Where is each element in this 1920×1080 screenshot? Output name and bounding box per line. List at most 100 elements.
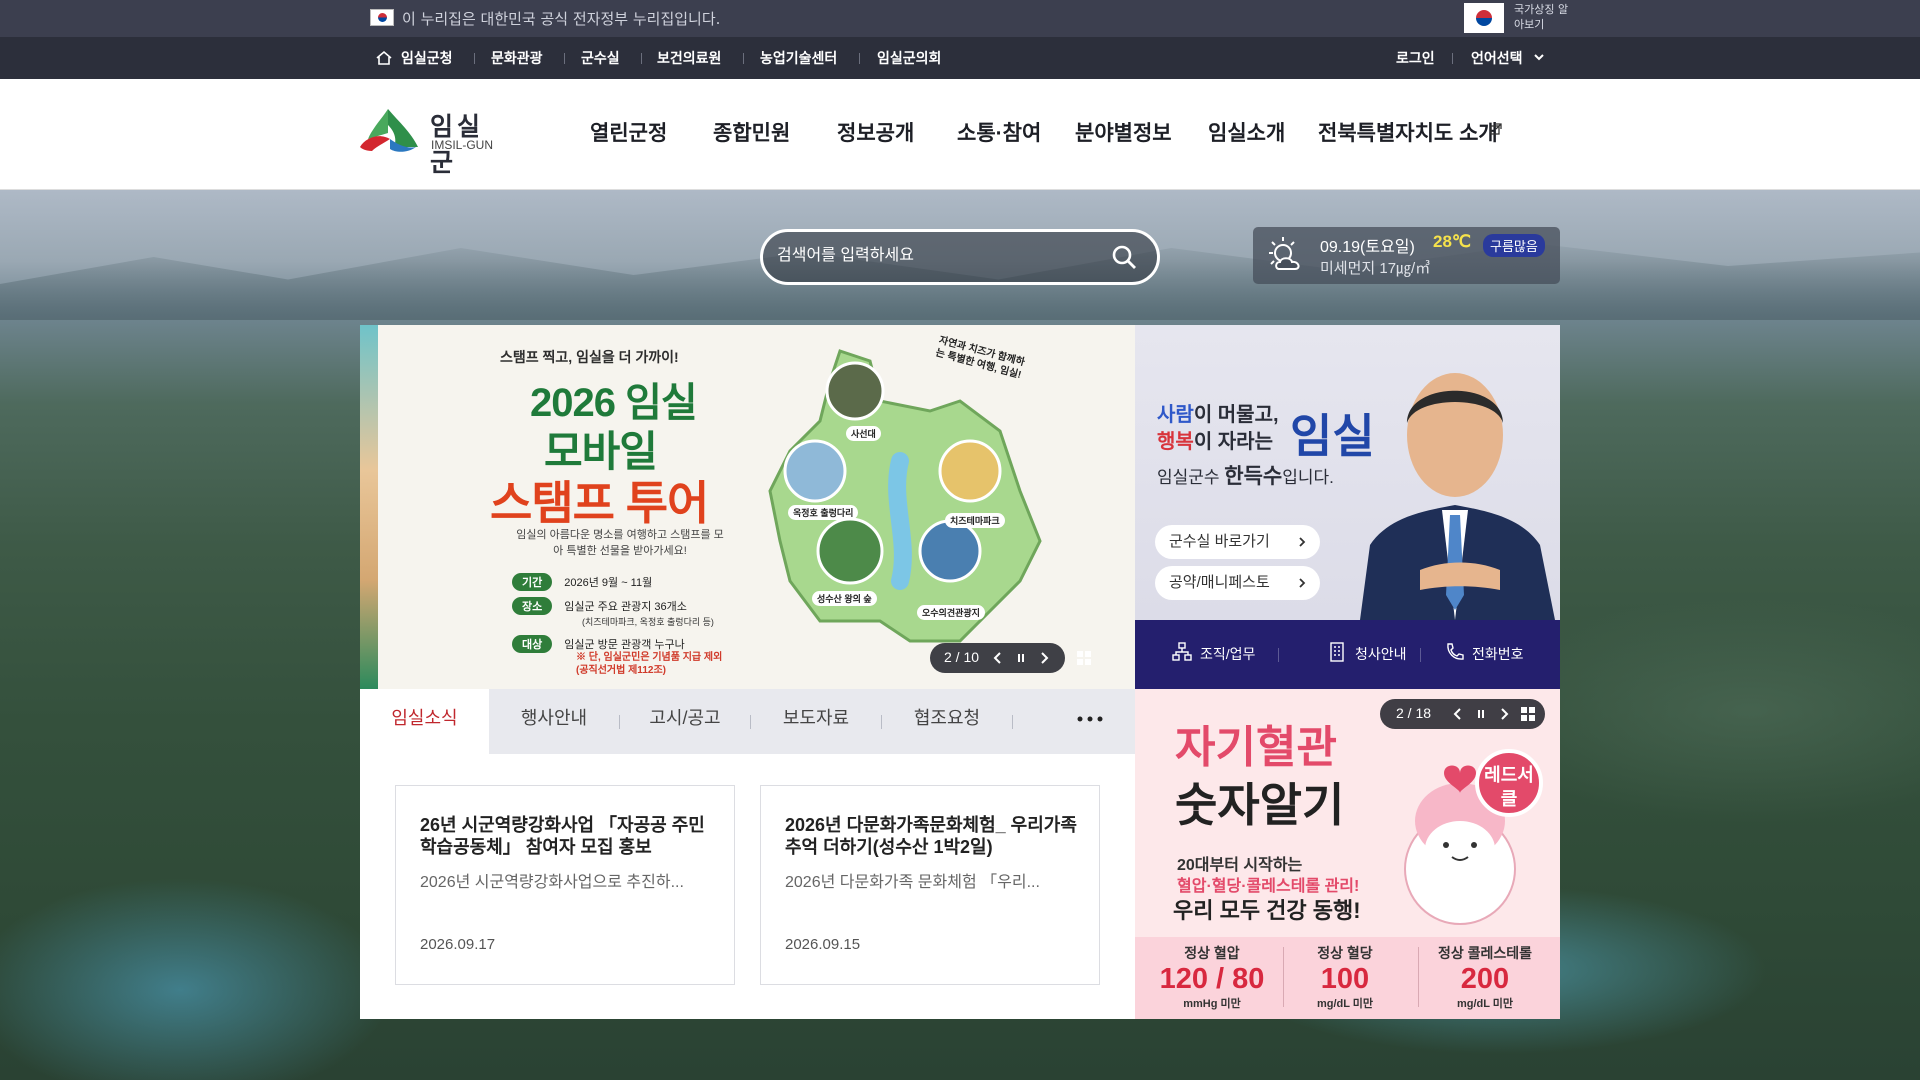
banner-slide-counter: 2 / 10 <box>944 649 980 665</box>
promo-title-line2: 숫자알기 <box>1175 779 1345 831</box>
prev-icon[interactable] <box>990 650 1006 666</box>
map-tag: 치즈테마파크 <box>945 513 1005 528</box>
mayor-slogan-line1: 사람이 머물고, <box>1157 404 1279 426</box>
banner-info-period: 기간 2026년 9월 ~ 11월 <box>512 573 652 591</box>
tab-event-info[interactable]: 행사안내 <box>489 689 619 754</box>
tab-press-release[interactable]: 보도자료 <box>751 689 881 754</box>
stat-blood-sugar: 정상 혈당 100 mg/dL 미만 <box>1316 945 1374 1010</box>
news-date: 2026.09.15 <box>785 936 861 953</box>
pause-icon[interactable] <box>1013 650 1029 666</box>
partly-cloudy-icon <box>1269 237 1300 270</box>
national-symbol-flag-icon[interactable] <box>1464 3 1504 33</box>
gnb-open-administration[interactable]: 열린군정 <box>590 117 667 147</box>
site-link-imsil-office[interactable]: 임실군청 <box>401 48 453 68</box>
quick-link-organization[interactable]: 조직/업무 <box>1172 642 1255 664</box>
news-title[interactable]: 26년 시군역량강화사업 「자공공 주민학습공동체」 참여자 모집 홍보 <box>420 814 715 858</box>
site-link-culture-tourism[interactable]: 문화관광 <box>491 48 543 68</box>
more-icon[interactable] <box>1075 713 1105 725</box>
phone-icon <box>1447 643 1464 660</box>
map-tag: 사선대 <box>846 426 881 441</box>
search-input[interactable] <box>777 241 1097 271</box>
imsil-logo-mark-icon <box>360 109 418 152</box>
tab-notice[interactable]: 고시/공고 <box>620 689 750 754</box>
korea-flag-icon <box>370 9 394 26</box>
mayor-panel: 사람이 머물고, 행복이 자라는 임실 임실군수 한득수입니다. 군수실 바로가… <box>1135 325 1560 620</box>
news-card[interactable]: 26년 시군역량강화사업 「자공공 주민학습공동체」 참여자 모집 홍보 202… <box>395 785 735 985</box>
news-date: 2026.09.17 <box>420 936 496 953</box>
building-icon <box>1330 642 1344 662</box>
news-summary: 2026년 시군역량강화사업으로 추진하... <box>420 874 684 891</box>
stat-blood-pressure: 정상 혈압 120 / 80 mmHg 미만 <box>1159 945 1265 1010</box>
weather-temp: 28℃ <box>1433 232 1472 251</box>
weather-widget: 09.19(토요일) 28℃ 구름많음 미세먼지 17㎍/㎥ <box>1253 227 1560 284</box>
news-card[interactable]: 2026년 다문화가족문화체험_ 우리가족 추억 더하기(성수산 1박2일) 2… <box>760 785 1100 985</box>
gnb-info-disclosure[interactable]: 정보공개 <box>837 117 914 147</box>
fine-dust-value: 미세먼지 17㎍/㎥ <box>1320 260 1431 277</box>
grid-view-icon[interactable] <box>1520 706 1536 722</box>
banner-description: 임실의 아름다운 명소를 여행하고 스탬프를 모아 특별한 선물을 받아가세요! <box>516 529 724 557</box>
mayor-intro: 임실군수 한득수입니다. <box>1157 465 1334 488</box>
weather-condition-badge: 구름많음 <box>1483 234 1545 257</box>
tab-cooperation-request[interactable]: 협조요청 <box>882 689 1012 754</box>
gnb-civil-service[interactable]: 종합민원 <box>713 117 790 147</box>
mayor-office-button[interactable]: 군수실 바로가기 <box>1155 525 1320 559</box>
health-promo-banner[interactable]: 자기혈관 숫자알기 레드서클 20대부터 시작하는 혈압·혈당·콜레스테롤 관리… <box>1135 689 1560 1019</box>
map-tag: 오수의견관광지 <box>917 605 985 620</box>
next-icon[interactable] <box>1496 706 1512 722</box>
external-link-icon <box>1490 123 1502 135</box>
search-icon[interactable] <box>1111 244 1137 270</box>
stat-cholesterol: 정상 콜레스테롤 200 mg/dL 미만 <box>1437 945 1533 1010</box>
gnb-communication[interactable]: 소통·참여 <box>957 117 1041 147</box>
site-link-health-center[interactable]: 보건의료원 <box>657 48 721 68</box>
national-symbol-link[interactable]: 국가상징 알아보기 <box>1514 2 1574 32</box>
gov-notice-text: 이 누리집은 대한민국 공식 전자정부 누리집입니다. <box>402 10 721 28</box>
site-link-county-council[interactable]: 임실군의회 <box>877 48 941 68</box>
gov-banner-bar: 이 누리집은 대한민국 공식 전자정부 누리집입니다. 국가상징 알아보기 <box>0 0 1920 37</box>
tab-imsil-news[interactable]: 임실소식 <box>360 689 489 754</box>
news-title[interactable]: 2026년 다문화가족문화체험_ 우리가족 추억 더하기(성수산 1박2일) <box>785 814 1080 858</box>
family-site-bar: 임실군청 문화관광 군수실 보건의료원 농업기술센터 임실군의회 로그인 언어선… <box>0 37 1920 79</box>
promo-slider-control: 2 / 18 <box>1380 699 1545 729</box>
login-link[interactable]: 로그인 <box>1396 48 1435 68</box>
logo-sub: IMSIL-GUN <box>431 138 494 152</box>
quick-link-phone-directory[interactable]: 전화번호 <box>1447 643 1524 664</box>
promo-sub3: 우리 모두 건강 동행! <box>1173 898 1361 923</box>
site-link-agri-tech-center[interactable]: 농업기술센터 <box>760 48 837 68</box>
banner-note: ※ 단, 임실군민은 기념품 지급 제외 (공직선거법 제112조) <box>576 652 723 676</box>
mayor-portrait-image <box>1360 373 1555 620</box>
gnb-jeonbuk-intro[interactable]: 전북특별자치도 소개 <box>1318 117 1498 147</box>
chevron-down-icon <box>1534 54 1544 61</box>
map-tag: 성수산 왕의 숲 <box>812 591 877 606</box>
imsil-logo[interactable]: 임실군 IMSIL-GUN <box>358 105 508 177</box>
banner-info-place: 장소 임실군 주요 관광지 36개소 (치즈테마파크, 옥정호 출렁다리 등) <box>512 597 714 628</box>
gnb-imsil-intro[interactable]: 임실소개 <box>1208 117 1285 147</box>
news-tab-bar: 임실소식 행사안내 고시/공고 보도자료 협조요청 <box>360 689 1135 754</box>
pause-icon[interactable] <box>1473 706 1489 722</box>
quick-links-bar: 조직/업무 청사안내 전화번호 <box>1135 620 1560 689</box>
next-icon[interactable] <box>1036 650 1052 666</box>
banner-kicker: 스탬프 찍고, 임실을 더 가까이! <box>500 349 679 365</box>
promo-slide-counter: 2 / 18 <box>1396 705 1432 721</box>
stamp-tour-banner[interactable]: 스탬프 찍고, 임실을 더 가까이! 2026 임실 모바일 스탬프 투어 임실… <box>360 325 1135 689</box>
grid-view-icon[interactable] <box>1076 650 1092 666</box>
weather-date: 09.19(토요일) <box>1320 239 1415 256</box>
chevron-right-icon <box>1299 578 1306 588</box>
health-stats: 정상 혈압 120 / 80 mmHg 미만 정상 혈당 100 mg/dL 미… <box>1135 937 1560 1019</box>
mayor-slogan-line2: 행복이 자라는 <box>1157 431 1273 453</box>
manifesto-button[interactable]: 공약/매니페스토 <box>1155 566 1320 600</box>
banner-title-line3: 스탬프 투어 <box>490 477 709 529</box>
map-tag: 옥정호 출렁다리 <box>788 505 859 520</box>
site-link-mayor-office[interactable]: 군수실 <box>581 48 620 68</box>
promo-title-line1: 자기혈관 <box>1175 723 1337 772</box>
language-select[interactable]: 언어선택 <box>1471 48 1523 68</box>
org-chart-icon <box>1172 642 1192 661</box>
site-header: 임실군 IMSIL-GUN 열린군정 종합민원 정보공개 소통·참여 분야별정보… <box>0 79 1920 190</box>
prev-icon[interactable] <box>1450 706 1466 722</box>
chevron-right-icon <box>1299 537 1306 547</box>
search-box <box>760 229 1160 285</box>
home-icon <box>376 50 392 65</box>
banner-slider-control: 2 / 10 <box>930 643 1065 673</box>
quick-link-office-guide[interactable]: 청사안내 <box>1330 642 1407 664</box>
gnb-field-info[interactable]: 분야별정보 <box>1075 117 1172 147</box>
red-circle-badge: 레드서클 <box>1475 749 1543 817</box>
